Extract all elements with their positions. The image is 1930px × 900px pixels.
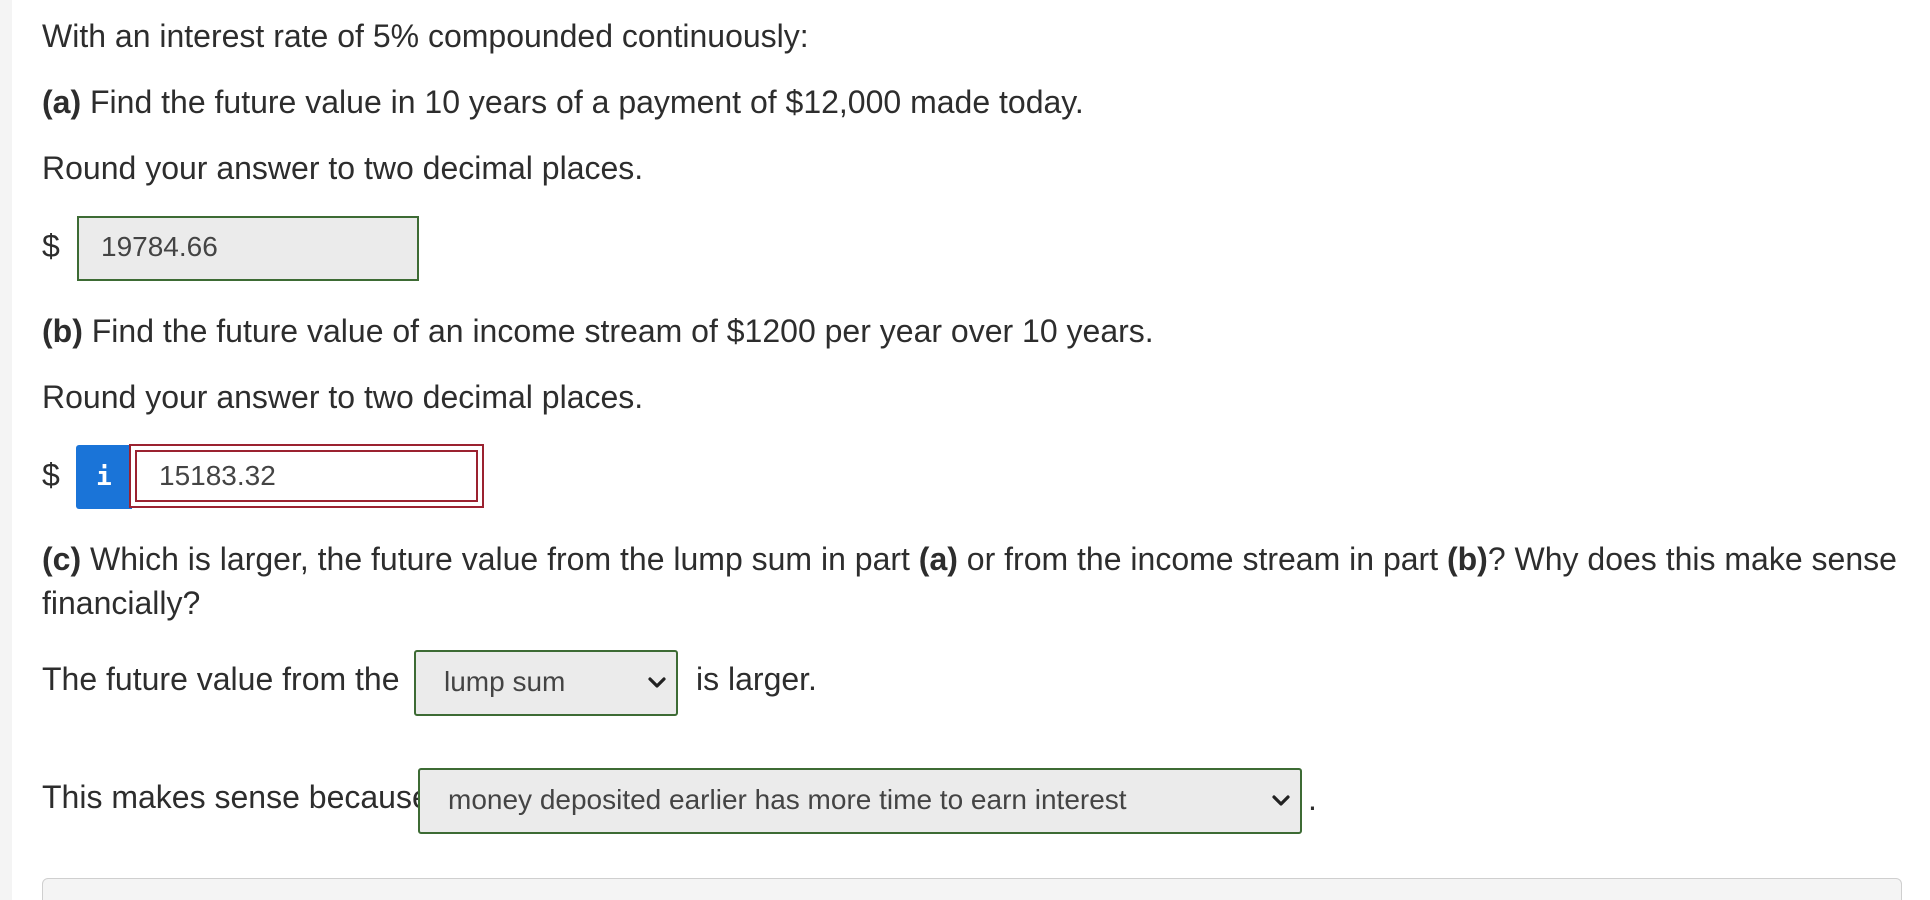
part-a-answer-field[interactable]: 19784.66: [77, 216, 419, 281]
reason-select-value: money deposited earlier has more time to…: [448, 784, 1127, 815]
left-gutter: [0, 0, 12, 900]
part-c-ref-a: (a): [918, 541, 958, 577]
part-c-question-text-1: Which is larger, the future value from t…: [81, 541, 919, 577]
part-b-label: (b): [42, 313, 83, 349]
sentence-1-suffix: is larger.: [696, 661, 817, 697]
part-c-label: (c): [42, 541, 82, 577]
chevron-down-icon: [648, 677, 666, 688]
chevron-down-icon: [1272, 795, 1290, 806]
part-b-currency: $: [42, 457, 60, 493]
part-c-question: (c) Which is larger, the future value fr…: [42, 539, 1897, 579]
part-c-question-text-3: ? Why does this make sense: [1487, 541, 1897, 577]
part-a-currency: $: [42, 228, 60, 264]
intro-text: With an interest rate of 5% compounded c…: [42, 18, 809, 54]
part-b-answer-field[interactable]: 15183.32: [129, 444, 484, 508]
larger-value-select[interactable]: lump sum: [414, 650, 678, 716]
part-a-question: (a) Find the future value in 10 years of…: [42, 82, 1084, 122]
sentence-1-prefix: The future value from the: [42, 661, 400, 697]
feedback-panel: [42, 878, 1902, 900]
reason-select[interactable]: money deposited earlier has more time to…: [418, 768, 1302, 834]
part-c-question-text-2: or from the income stream in part: [957, 541, 1447, 577]
info-icon[interactable]: i: [76, 445, 132, 509]
part-a-instruction: Round your answer to two decimal places.: [42, 150, 644, 186]
part-b-instruction: Round your answer to two decimal places.: [42, 379, 644, 415]
part-b-question: (b) Find the future value of an income s…: [42, 311, 1154, 351]
part-a-question-text: Find the future value in 10 years of a p…: [81, 84, 1084, 120]
sentence-2-period: .: [1308, 781, 1317, 817]
part-b-answer-value[interactable]: 15183.32: [135, 450, 478, 502]
part-c-ref-b: (b): [1446, 541, 1488, 577]
part-b-question-text: Find the future value of an income strea…: [82, 313, 1154, 349]
sentence-2-prefix: This makes sense because: [42, 779, 430, 815]
part-c-question-continued: financially?: [42, 585, 201, 621]
part-a-label: (a): [42, 84, 82, 120]
larger-value-select-value: lump sum: [444, 666, 566, 697]
